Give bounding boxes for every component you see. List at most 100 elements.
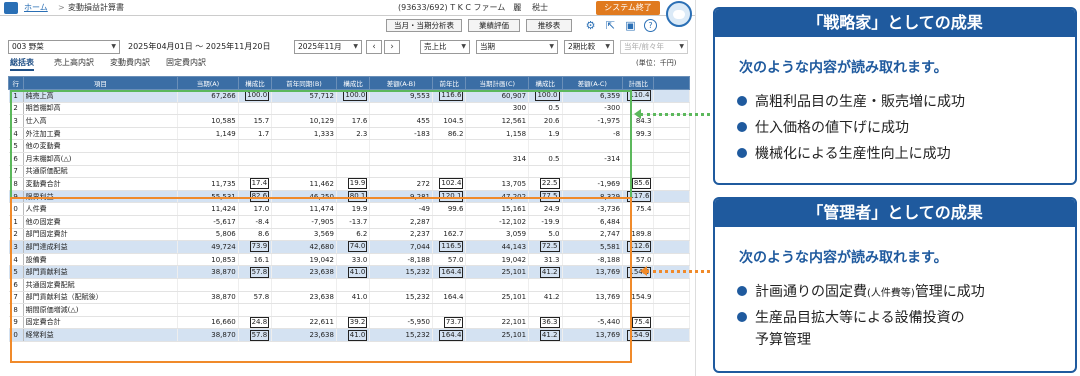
table-cell (238, 139, 273, 153)
table-cell: 1.9 (528, 127, 563, 141)
boxed-value: 36.3 (539, 316, 560, 328)
table-cell: 19.9 (336, 202, 371, 216)
table-cell (336, 139, 371, 153)
table-cell (622, 139, 655, 153)
tab-summary[interactable]: 総括表 (10, 56, 34, 71)
prev-year-select[interactable]: 当年/前々年 ▼ (620, 40, 688, 54)
table-cell: -49 (369, 202, 434, 216)
table-row[interactable]: 8 変動費合計 11,735 17.4 11,462 19.9 272 102.4 13,705… (8, 177, 690, 191)
table-cell (369, 278, 434, 292)
row-label: 設備費 (23, 253, 179, 267)
top-bar: ホーム > 変動損益計算書 (93633/692) T K C ファーム 麗 税… (0, 0, 695, 16)
table-cell (336, 165, 371, 179)
trend-button[interactable]: 推移表 (526, 19, 572, 32)
row-spacer (653, 152, 690, 166)
table-cell: 100.0 (238, 89, 273, 103)
manager-item: 生産品目拡大等による設備投資の (737, 309, 965, 327)
breadcrumb-home[interactable]: ホーム (24, 2, 48, 14)
table-cell: 75.4 (622, 316, 655, 330)
month-select[interactable]: 2025年11月 ▼ (294, 40, 362, 54)
table-cell: 0.5 (528, 102, 563, 116)
table-cell: 5.0 (528, 228, 563, 242)
prev-month-button[interactable]: ‹ (366, 40, 382, 54)
table-cell: 82.6 (238, 190, 273, 204)
table-row[interactable]: 2 期首棚卸高 300 0.5 -300 (8, 102, 690, 116)
column-header: 構成比 (335, 76, 371, 90)
table-cell: 20.6 (528, 114, 563, 128)
table-row[interactable]: 0 人件費 11,424 17.0 11,474 19.9 -49 99.6 15,161 24.… (8, 202, 690, 216)
table-row[interactable]: 5 部門貢献利益 38,870 57.8 23,638 41.0 15,232 164.4 25… (8, 265, 690, 279)
table-cell: 13,769 (562, 328, 624, 342)
table-cell (432, 278, 467, 292)
table-cell: 1,158 (465, 127, 530, 141)
table-cell (238, 303, 273, 317)
table-cell: 16.1 (238, 253, 273, 267)
department-select[interactable]: 003 野菜 ▼ (8, 40, 120, 54)
period-select[interactable]: 当期 ▼ (476, 40, 558, 54)
table-cell: 67,266 (177, 89, 239, 103)
table-cell (336, 278, 371, 292)
row-spacer (653, 165, 690, 179)
tab-variable-cost-breakdown[interactable]: 変動費内訳 (110, 56, 150, 69)
table-cell: 38,870 (177, 265, 239, 279)
tab-fixed-cost-breakdown[interactable]: 固定費内訳 (166, 56, 206, 69)
table-cell: 22.5 (528, 177, 563, 191)
sales-ratio-select[interactable]: 売上比 ▼ (420, 40, 470, 54)
row-label: 部門達成利益 (23, 240, 179, 254)
chevron-down-icon: ▼ (605, 43, 610, 50)
table-row[interactable]: 7 部門貢献利益（配賦後） 38,870 57.8 23,638 41.0 15,232 16… (8, 291, 690, 305)
table-cell: 10,585 (177, 114, 239, 128)
table-row[interactable]: 7 共通原価配賦 (8, 165, 690, 179)
table-cell (238, 152, 273, 166)
table-cell: 47,202 (465, 190, 530, 204)
table-cell: 2,747 (562, 228, 624, 242)
table-cell: 24.8 (238, 316, 273, 330)
table-row[interactable]: 1 純売上高 67,266 100.0 57,712 100.0 9,553 116.6 60,… (8, 89, 690, 103)
table-cell: -183 (369, 127, 434, 141)
table-row[interactable]: 3 仕入高 10,585 15.7 10,129 17.6 455 104.5 12,561 20… (8, 114, 690, 128)
table-cell: 36.3 (528, 316, 563, 330)
table-cell: 86.2 (432, 127, 467, 141)
table-row[interactable]: 9 限界利益 55,531 82.6 46,250 80.1 9,281 120.1 47,20… (8, 190, 690, 204)
column-header: 当期計画(C) (465, 76, 530, 90)
table-row[interactable]: 9 固定費合計 16,660 24.8 22,611 39.2 -5,950 73.7 22,1… (8, 316, 690, 330)
table-cell (177, 152, 239, 166)
boxed-value: 164.4 (439, 329, 464, 341)
column-header: 構成比 (237, 76, 273, 90)
table-cell: 11,424 (177, 202, 239, 216)
table-row[interactable]: 5 他の変動費 (8, 139, 690, 153)
strategist-item-text: 高粗利品目の生産・販売増に成功 (755, 94, 965, 110)
export-icon[interactable]: ⇱ (604, 19, 617, 32)
row-label: 共通固定費配賦 (23, 278, 179, 292)
table-cell: 41.0 (336, 328, 371, 342)
table-cell: -5,440 (562, 316, 624, 330)
table-cell: 41.0 (336, 291, 371, 305)
table-row[interactable]: 6 月末棚卸高(△) 314 0.5 -314 (8, 152, 690, 166)
analysis-button[interactable]: 当月・当期分析表 (386, 19, 462, 32)
column-header-spacer (653, 76, 690, 90)
table-row[interactable]: 2 部門固定費計 5,806 8.6 3,569 6.2 2,237 162.7 3,059 5.… (8, 228, 690, 242)
table-row[interactable]: 4 外注加工費 1,149 1.7 1,333 2.3 -183 86.2 1,158 1.9 -8… (8, 127, 690, 141)
next-month-button[interactable]: › (384, 40, 400, 54)
table-cell: 162.7 (432, 228, 467, 242)
help-icon[interactable]: ? (644, 19, 657, 32)
chevron-down-icon: ▼ (679, 43, 684, 50)
tab-sales-breakdown[interactable]: 売上高内訳 (54, 56, 94, 69)
table-row[interactable]: 6 共通固定費配賦 (8, 278, 690, 292)
gear-icon[interactable]: ⚙ (584, 19, 597, 32)
table-row[interactable]: 0 経常利益 38,870 57.8 23,638 41.0 15,232 164.4 25,1… (8, 328, 690, 342)
strategist-item: 高粗利品目の生産・販売増に成功 (737, 93, 965, 111)
print-icon[interactable]: ▣ (624, 19, 637, 32)
home-icon[interactable] (4, 2, 18, 14)
evaluation-button[interactable]: 業績評価 (468, 19, 520, 32)
table-row[interactable]: 3 部門達成利益 49,724 73.9 42,680 74.0 7,044 116.5 44,… (8, 240, 690, 254)
table-row[interactable]: 8 期間原価増減(△) (8, 303, 690, 317)
row-number: 1 (8, 215, 24, 229)
app-window: ホーム > 変動損益計算書 (93633/692) T K C ファーム 麗 税… (0, 0, 696, 376)
system-exit-button[interactable]: システム終了 (596, 1, 660, 15)
table-cell: 19,042 (271, 253, 337, 267)
comparison-select[interactable]: 2期比較 ▼ (564, 40, 614, 54)
table-row[interactable]: 4 設備費 10,853 16.1 19,042 33.0 -8,188 57.0 19,042… (8, 253, 690, 267)
mascot-icon[interactable] (666, 1, 692, 27)
table-row[interactable]: 1 他の固定費 -5,617 -8.4 -7,905 -13.7 2,287 -12,102-… (8, 215, 690, 229)
